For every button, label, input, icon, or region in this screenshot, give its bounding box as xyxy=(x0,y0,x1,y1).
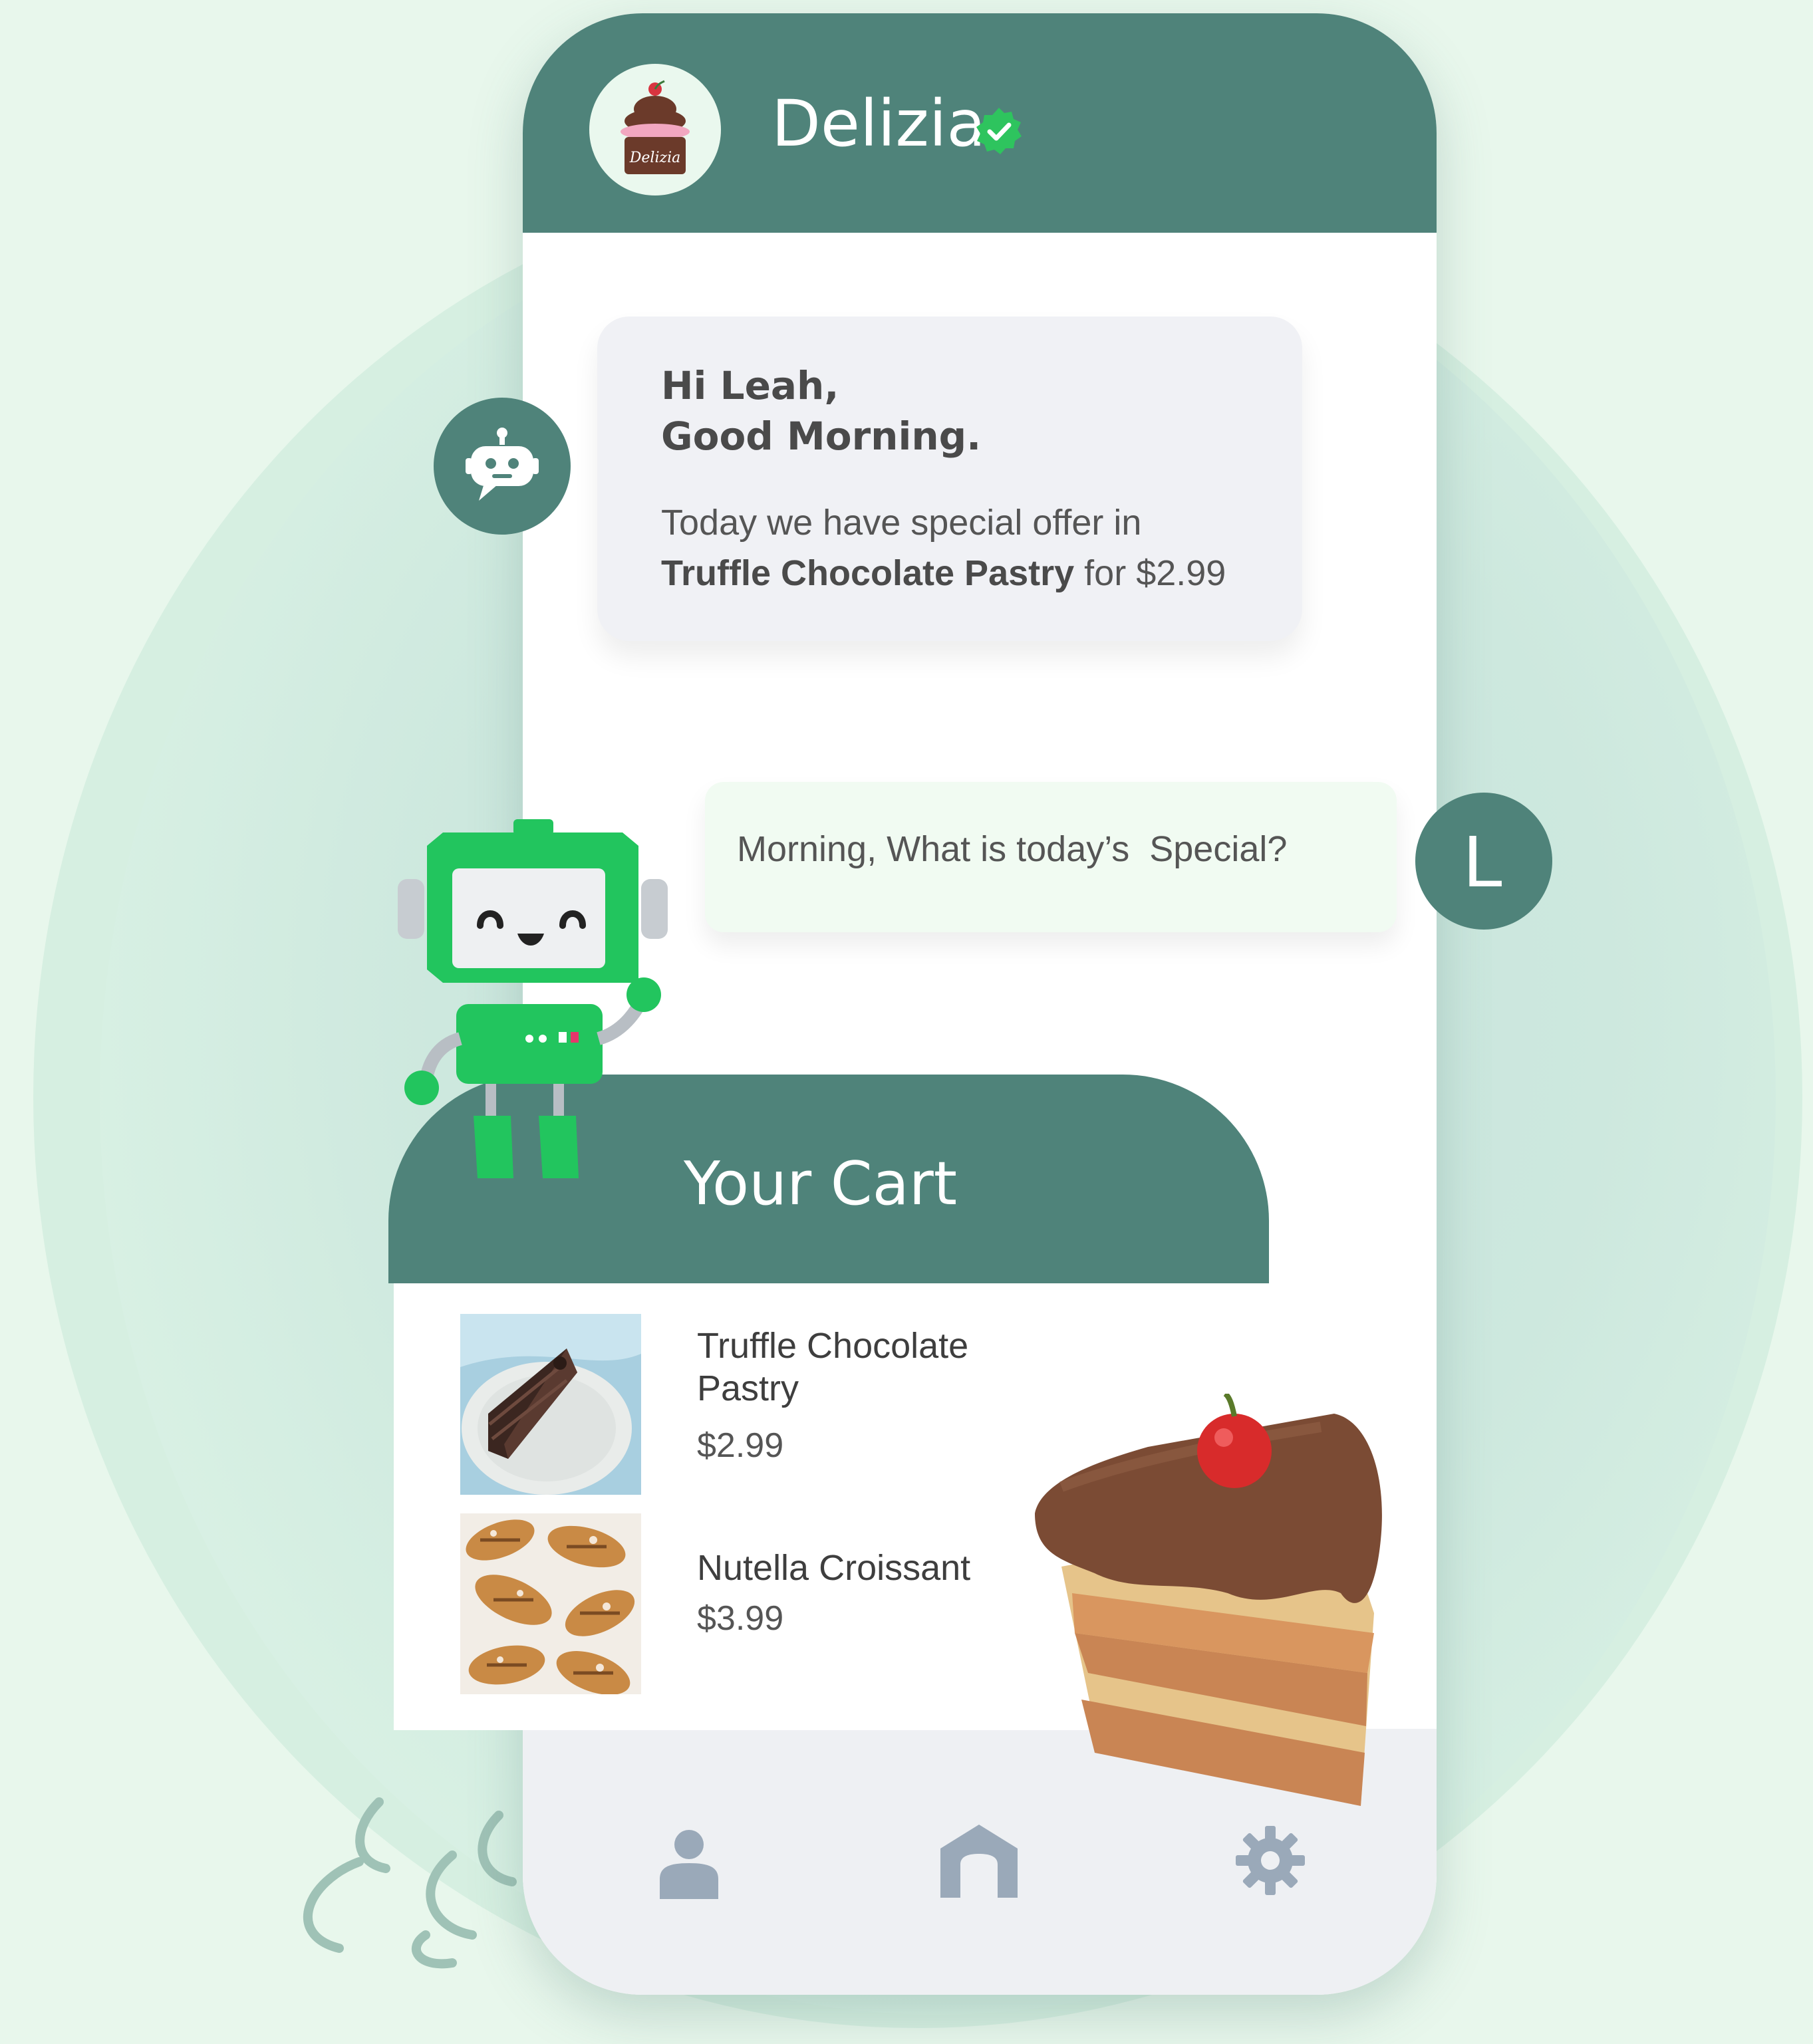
brand-logo[interactable]: Delizia xyxy=(589,64,721,195)
bot-greeting: Hi Leah, Good Morning. xyxy=(661,363,982,459)
croissant-photo xyxy=(460,1513,641,1694)
cart-item-name: Nutella Croissant xyxy=(697,1548,971,1588)
user-avatar: L xyxy=(1415,793,1552,930)
decorative-swirls xyxy=(303,1797,517,1969)
user-message-bubble: Morning, What is today’s Special? xyxy=(705,782,1397,932)
robot-mascot-illustration xyxy=(398,819,668,1178)
profile-icon[interactable] xyxy=(657,1829,721,1899)
cart-title: Your Cart xyxy=(684,1149,958,1219)
bot-offer-suffix: for $2.99 xyxy=(1074,553,1226,593)
cake-slice-illustration xyxy=(1035,1394,1382,1806)
bot-offer-prefix: Today we have special offer in xyxy=(661,503,1142,543)
cupcake-logo-icon: Delizia xyxy=(621,80,690,174)
chatbot-icon xyxy=(466,428,539,501)
cart-item-name: Truffle Chocolate Pastry xyxy=(697,1326,969,1408)
home-icon[interactable] xyxy=(940,1825,1018,1898)
cart-item-price: $2.99 xyxy=(697,1426,784,1465)
bot-offer-message: Today we have special offer in Truffle C… xyxy=(661,497,1226,598)
verified-badge-icon xyxy=(976,108,1022,154)
settings-icon[interactable] xyxy=(1236,1826,1305,1895)
chocolate-pastry-photo xyxy=(460,1314,641,1495)
logo-wordmark: Delizia xyxy=(629,150,680,166)
bot-avatar xyxy=(434,398,571,535)
app-header: Delizia Delizia xyxy=(523,13,1437,233)
app-title: Delizia xyxy=(771,86,986,161)
user-message: Morning, What is today’s Special? xyxy=(737,829,1288,869)
bot-offer-item: Truffle Chocolate Pastry xyxy=(661,553,1075,593)
bot-message-bubble: Hi Leah, Good Morning. Today we have spe… xyxy=(597,317,1302,641)
cart-item-price: $3.99 xyxy=(697,1599,784,1638)
